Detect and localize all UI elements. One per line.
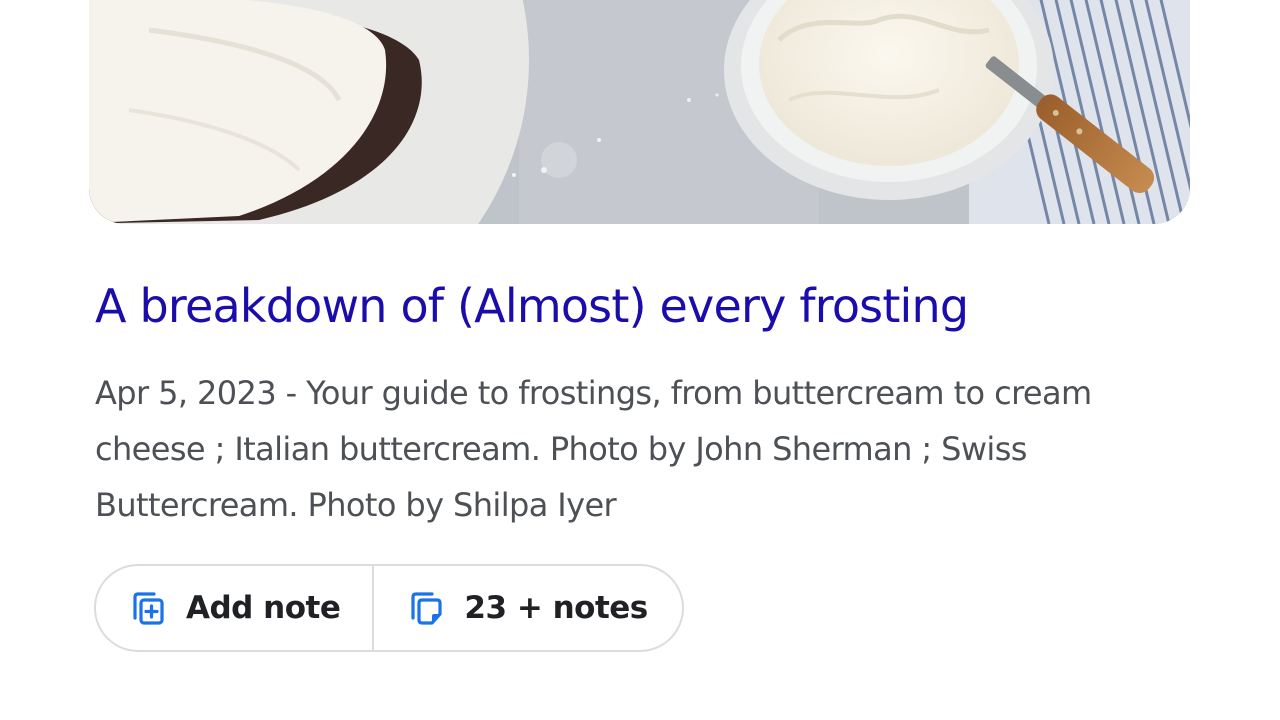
add-note-label: Add note: [186, 590, 341, 626]
notes-count-button[interactable]: 23 + notes: [374, 566, 681, 650]
add-note-button[interactable]: Add note: [96, 566, 372, 650]
add-note-icon: [126, 587, 168, 629]
search-result-card: A breakdown of (Almost) every frosting A…: [0, 0, 1280, 720]
notes-actions-pill: Add note 23 + notes: [94, 564, 684, 652]
result-snippet: Apr 5, 2023 - Your guide to frostings, f…: [95, 374, 1092, 524]
notes-icon: [404, 587, 446, 629]
notes-count-label: 23 + notes: [464, 590, 648, 626]
result-thumbnail-image[interactable]: [89, 0, 1190, 224]
result-title-link[interactable]: A breakdown of (Almost) every frosting: [95, 274, 969, 338]
